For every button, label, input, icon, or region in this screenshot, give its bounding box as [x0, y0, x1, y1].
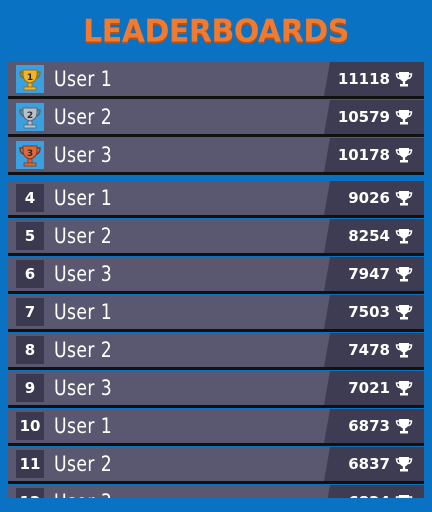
player-name: User 2	[54, 105, 113, 129]
leaderboard-list[interactable]: 1 User 1 11118 2 User 2 10579 3 User 3 10178 4 Use…	[0, 62, 432, 498]
score-value: 8254	[348, 227, 390, 245]
rank-number: 12	[16, 488, 44, 498]
trophy-icon	[394, 340, 414, 360]
leaderboard-row[interactable]: 3 User 3 10178	[8, 138, 424, 175]
trophy-icon	[394, 107, 414, 127]
trophy-icon	[394, 302, 414, 322]
leaderboard-row[interactable]: 10 User 1 6873	[8, 409, 424, 446]
silver-trophy-icon: 2	[16, 103, 44, 131]
trophy-icon	[394, 145, 414, 165]
leaderboard-row[interactable]: 8 User 2 7478	[8, 333, 424, 370]
rank-number: 9	[16, 374, 44, 402]
score-value: 6873	[348, 417, 390, 435]
player-name: User 3	[54, 143, 113, 167]
trophy-icon	[394, 226, 414, 246]
score-value: 6837	[348, 455, 390, 473]
score-value: 7021	[348, 379, 390, 397]
trophy-icon	[394, 264, 414, 284]
score-value: 7503	[348, 303, 390, 321]
rank-number: 5	[16, 222, 44, 250]
leaderboard-row[interactable]: 2 User 2 10579	[8, 100, 424, 137]
page-title: LEADERBOARDS	[83, 13, 349, 50]
gold-trophy-icon: 1	[16, 65, 44, 93]
leaderboard-row[interactable]: 7 User 1 7503	[8, 295, 424, 332]
score-value: 11118	[337, 70, 390, 88]
rank-number: 2	[27, 111, 33, 121]
score-value: 10579	[337, 108, 390, 126]
player-name: User 2	[54, 452, 113, 476]
trophy-icon	[394, 454, 414, 474]
player-name: User 3	[54, 488, 112, 498]
player-name: User 3	[54, 376, 113, 400]
rank-number: 1	[27, 73, 33, 83]
score-value: 9026	[348, 189, 390, 207]
score-value: 7947	[348, 265, 390, 283]
leaderboard-row[interactable]: 11 User 2 6837	[8, 447, 424, 484]
bronze-trophy-icon: 3	[16, 141, 44, 169]
player-name: User 1	[54, 300, 113, 324]
score-value: 10178	[337, 146, 390, 164]
rank-number: 3	[27, 149, 33, 159]
leaderboard-row[interactable]: 4 User 1 9026	[8, 181, 424, 218]
leaderboard-row[interactable]: 6 User 3 7947	[8, 257, 424, 294]
trophy-icon	[394, 378, 414, 398]
rank-number: 8	[16, 336, 44, 364]
score-value: 6824	[348, 485, 390, 498]
bottom-bar	[0, 498, 432, 512]
rank-number: 6	[16, 260, 44, 288]
leaderboard-row[interactable]: 9 User 3 7021	[8, 371, 424, 408]
leaderboard-row[interactable]: 1 User 1 11118	[8, 62, 424, 99]
trophy-icon	[394, 188, 414, 208]
player-name: User 1	[54, 67, 113, 91]
player-name: User 1	[54, 186, 113, 210]
rank-number: 10	[16, 412, 44, 440]
rank-number: 11	[16, 450, 44, 478]
player-name: User 2	[54, 224, 113, 248]
rank-number: 7	[16, 298, 44, 326]
trophy-icon	[394, 416, 414, 436]
leaderboard-row[interactable]: 5 User 2 8254	[8, 219, 424, 256]
player-name: User 3	[54, 262, 113, 286]
leaderboard-row[interactable]: 12 User 3 6824	[8, 485, 424, 498]
rank-number: 4	[16, 184, 44, 212]
player-name: User 2	[54, 338, 113, 362]
trophy-icon	[394, 69, 414, 89]
player-name: User 1	[54, 414, 113, 438]
score-value: 7478	[348, 341, 390, 359]
